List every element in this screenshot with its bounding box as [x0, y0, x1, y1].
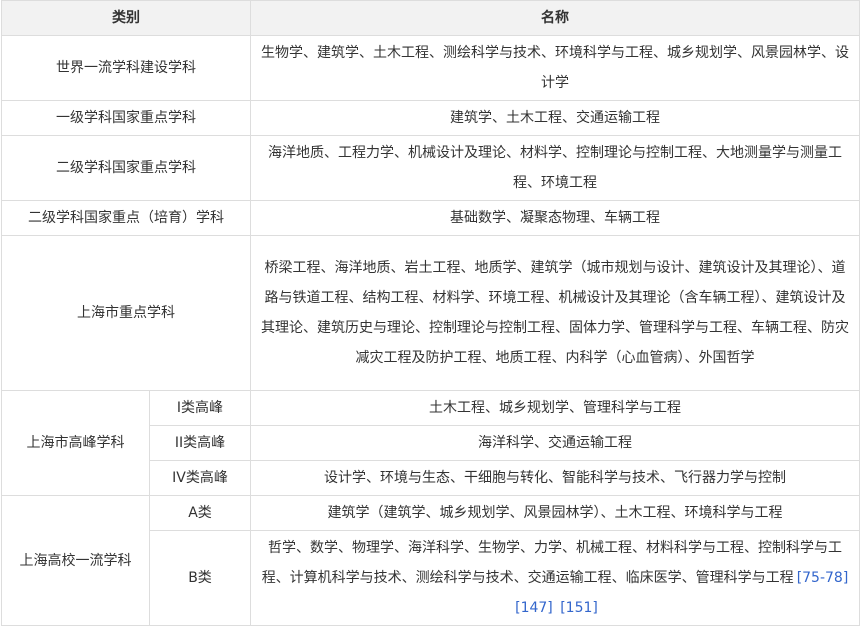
- category-cell: 上海市重点学科: [1, 235, 251, 391]
- table-row: 上海市高峰学科 I类高峰 土木工程、城乡规划学、管理科学与工程: [1, 390, 860, 496]
- reference-link[interactable]: [75-78]: [797, 570, 849, 586]
- name-text: 哲学、数学、物理学、海洋科学、生物学、力学、机械工程、材料科学与工程、控制科学与…: [261, 540, 842, 586]
- name-cell: 建筑学、土木工程、交通运输工程: [250, 100, 860, 136]
- header-category: 类别: [1, 0, 251, 36]
- table-row: 上海高校一流学科 A类 建筑学（建筑学、城乡规划学、风景园林学）、土木工程、环境…: [1, 495, 860, 626]
- category-cell: 一级学科国家重点学科: [1, 100, 251, 136]
- name-cell: 生物学、建筑学、土木工程、测绘科学与技术、环境科学与工程、城乡规划学、风景园林学…: [250, 35, 860, 101]
- table-row: 二级学科国家重点（培育）学科 基础数学、凝聚态物理、车辆工程: [1, 200, 860, 236]
- reference-link[interactable]: [151]: [560, 600, 598, 616]
- table-row: 世界一流学科建设学科 生物学、建筑学、土木工程、测绘科学与技术、环境科学与工程、…: [1, 35, 860, 101]
- disciplines-table: 类别 名称 世界一流学科建设学科 生物学、建筑学、土木工程、测绘科学与技术、环境…: [1, 0, 860, 626]
- table-row: 二级学科国家重点学科 海洋地质、工程力学、机械设计及理论、材料学、控制理论与控制…: [1, 135, 860, 201]
- name-cell: 哲学、数学、物理学、海洋科学、生物学、力学、机械工程、材料科学与工程、控制科学与…: [250, 530, 860, 626]
- name-cell: 海洋科学、交通运输工程: [250, 425, 860, 461]
- subcategory-cell: A类: [149, 495, 251, 531]
- name-cell: 桥梁工程、海洋地质、岩土工程、地质学、建筑学（城市规划与设计、建筑设计及其理论）…: [250, 235, 860, 391]
- name-cell: 设计学、环境与生态、干细胞与转化、智能科学与技术、飞行器力学与控制: [250, 460, 860, 496]
- subcategory-cell: I类高峰: [149, 390, 251, 426]
- table-row: 一级学科国家重点学科 建筑学、土木工程、交通运输工程: [1, 100, 860, 136]
- category-cell: 二级学科国家重点（培育）学科: [1, 200, 251, 236]
- header-name: 名称: [250, 0, 860, 36]
- category-cell: 上海高校一流学科: [1, 495, 150, 626]
- name-cell: 建筑学（建筑学、城乡规划学、风景园林学）、土木工程、环境科学与工程: [250, 495, 860, 531]
- name-cell: 海洋地质、工程力学、机械设计及理论、材料学、控制理论与控制工程、大地测量学与测量…: [250, 135, 860, 201]
- name-cell: 土木工程、城乡规划学、管理科学与工程: [250, 390, 860, 426]
- table-row: 上海市重点学科 桥梁工程、海洋地质、岩土工程、地质学、建筑学（城市规划与设计、建…: [1, 235, 860, 391]
- subcategory-cell: IV类高峰: [149, 460, 251, 496]
- name-cell: 基础数学、凝聚态物理、车辆工程: [250, 200, 860, 236]
- category-cell: 二级学科国家重点学科: [1, 135, 251, 201]
- subcategory-cell: II类高峰: [149, 425, 251, 461]
- table-header-row: 类别 名称: [1, 0, 860, 36]
- subcategory-cell: B类: [149, 530, 251, 626]
- reference-link[interactable]: [147]: [515, 600, 553, 616]
- category-cell: 上海市高峰学科: [1, 390, 150, 496]
- category-cell: 世界一流学科建设学科: [1, 35, 251, 101]
